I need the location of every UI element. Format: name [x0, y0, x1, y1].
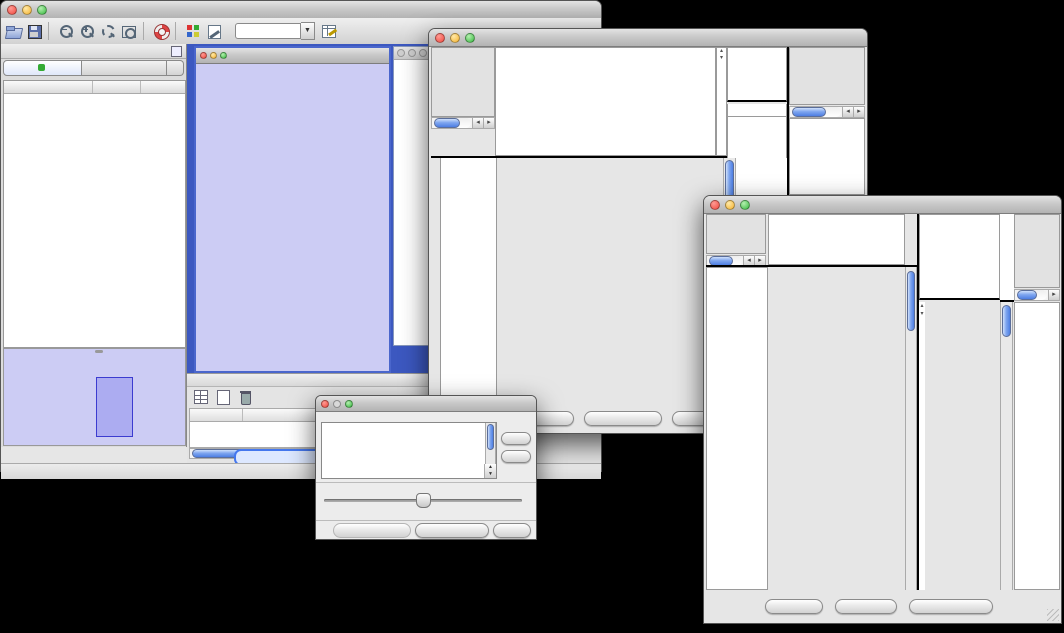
- move-up-button[interactable]: [501, 432, 531, 445]
- network-view-canvas[interactable]: [196, 63, 389, 370]
- tv1-label-gap: [727, 104, 787, 116]
- zoom-fit-icon[interactable]: [121, 23, 138, 40]
- tv1-column-labels: [727, 47, 787, 102]
- attribute-browser-icon[interactable]: [321, 23, 338, 40]
- zoom-icon[interactable]: [465, 33, 475, 43]
- close-icon[interactable]: [200, 52, 207, 59]
- scroll-right-icon[interactable]: ▸: [1048, 290, 1059, 300]
- tv2-global-heatmap[interactable]: [768, 267, 905, 590]
- node-appearance-icon[interactable]: [185, 23, 202, 40]
- annotation-icon[interactable]: [206, 23, 223, 40]
- tv2-view-status: [706, 214, 766, 254]
- done-button[interactable]: [493, 523, 531, 538]
- tv1-splitter[interactable]: ▴▾: [716, 47, 727, 156]
- minimize-icon[interactable]: [210, 52, 217, 59]
- close-icon[interactable]: [7, 5, 17, 15]
- tv1-gene-list: [789, 118, 865, 195]
- map-colors-dialog: ▲▼: [315, 395, 537, 540]
- tv1-heatmap[interactable]: [497, 158, 723, 404]
- control-panel: [1, 44, 187, 447]
- tv2-usage-hints: [1014, 214, 1060, 288]
- minimize-icon[interactable]: [450, 33, 460, 43]
- close-icon[interactable]: [321, 400, 329, 408]
- zoom-icon[interactable]: [419, 49, 427, 57]
- column-header-edges[interactable]: [141, 81, 185, 93]
- scroll-right-icon[interactable]: ▸: [853, 107, 864, 117]
- scroll-arrows-icon[interactable]: ▲▼: [484, 464, 496, 478]
- overview-resize-handle[interactable]: [95, 350, 103, 353]
- tv2-settings-button[interactable]: [765, 599, 823, 614]
- column-header-nodes[interactable]: [93, 81, 141, 93]
- tab-network[interactable]: [3, 60, 82, 76]
- desktop: ▼: [0, 0, 1064, 633]
- tv1-hscrollbar[interactable]: ◂ ▸: [431, 117, 495, 129]
- column-header-id[interactable]: [190, 409, 243, 421]
- animate-vizmap-button[interactable]: [333, 523, 411, 538]
- overview-selection-rect[interactable]: [96, 377, 133, 437]
- create-vizmap-button[interactable]: [415, 523, 489, 538]
- search-dropdown-icon[interactable]: ▼: [301, 22, 315, 40]
- minimize-icon[interactable]: [408, 49, 416, 57]
- float-panel-icon[interactable]: [171, 46, 182, 57]
- zoom-icon[interactable]: [37, 5, 47, 15]
- tv2-save-data-button[interactable]: [835, 599, 897, 614]
- table-icon[interactable]: [193, 389, 209, 405]
- zoom-icon[interactable]: [220, 52, 227, 59]
- minimize-icon[interactable]: [725, 200, 735, 210]
- tab-vizmapper[interactable]: [82, 60, 167, 76]
- network-view-window: [194, 46, 391, 373]
- close-icon[interactable]: [397, 49, 405, 57]
- close-icon[interactable]: [435, 33, 445, 43]
- tv1-export-graphics-button[interactable]: [584, 411, 662, 426]
- minimize-icon[interactable]: [333, 400, 341, 408]
- move-down-button[interactable]: [501, 450, 531, 463]
- zoom-selected-icon[interactable]: [100, 23, 117, 40]
- control-panel-header: [1, 44, 186, 59]
- scroll-left-icon[interactable]: ◂: [842, 107, 853, 117]
- network-table: [3, 80, 186, 348]
- tv2-gene-list: [1014, 302, 1060, 590]
- tv1-global-strip[interactable]: [431, 158, 440, 404]
- zoom-out-icon[interactable]: [58, 23, 75, 40]
- scroll-left-icon[interactable]: ◂: [472, 118, 483, 128]
- tv1-view-status: [431, 47, 495, 117]
- resize-grip[interactable]: [1047, 609, 1059, 621]
- tv2-global-vscrollbar[interactable]: [905, 267, 917, 590]
- minimize-icon[interactable]: [22, 5, 32, 15]
- control-panel-tabs: [3, 60, 184, 76]
- tv2-row-dendrogram[interactable]: [706, 267, 768, 590]
- tv1-matrix-margin: [736, 158, 787, 196]
- save-session-icon[interactable]: [26, 23, 43, 40]
- help-lifering-icon[interactable]: [153, 23, 170, 40]
- tv2-export-graphics-button[interactable]: [909, 599, 993, 614]
- network-overview[interactable]: [3, 348, 186, 446]
- scroll-right-icon[interactable]: ▸: [483, 118, 494, 128]
- tv2-zoom-heatmap[interactable]: [925, 302, 1000, 590]
- search-input[interactable]: [235, 23, 301, 39]
- column-header-network[interactable]: [4, 81, 93, 93]
- tv1-usage-hscrollbar[interactable]: ◂ ▸: [789, 106, 865, 118]
- animation-slider-thumb[interactable]: [416, 493, 431, 508]
- zoom-icon[interactable]: [345, 400, 353, 408]
- network-tab-icon: [38, 64, 45, 71]
- tv1-column-dendrogram[interactable]: [495, 47, 716, 156]
- tv1-row-dendrogram[interactable]: [440, 158, 497, 404]
- open-session-icon[interactable]: [5, 23, 22, 40]
- tv2-zoom-vscrollbar[interactable]: [1000, 302, 1013, 590]
- delete-attribute-icon[interactable]: [237, 389, 253, 405]
- zoom-in-icon[interactable]: [79, 23, 96, 40]
- tv1-usage-hints: [789, 47, 865, 105]
- tv2-column-dendrogram[interactable]: [768, 214, 905, 265]
- tv2-gap: [1000, 214, 1014, 302]
- close-icon[interactable]: [710, 200, 720, 210]
- tv2-column-labels: [919, 214, 1000, 300]
- attribute-listbox[interactable]: ▲▼: [321, 422, 497, 479]
- new-attribute-icon[interactable]: [215, 389, 231, 405]
- tabs-more-icon[interactable]: [167, 60, 184, 76]
- tv2-usage-hscrollbar[interactable]: ▸: [1014, 289, 1060, 301]
- zoom-icon[interactable]: [740, 200, 750, 210]
